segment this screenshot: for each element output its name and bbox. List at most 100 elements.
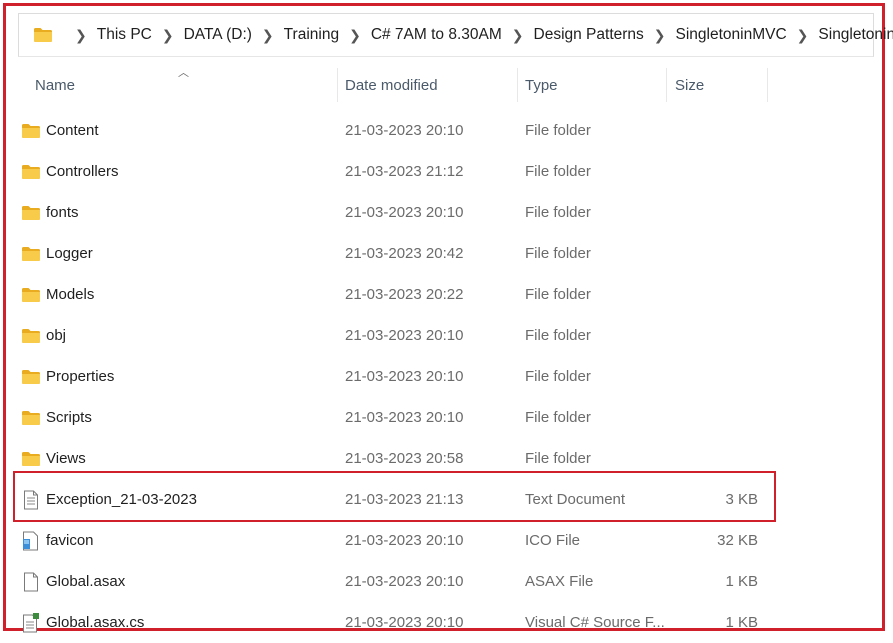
file-row[interactable]: Controllers 21-03-2023 21:12 File folder	[18, 151, 778, 192]
file-name: favicon	[46, 532, 94, 549]
folder-icon-graphic	[22, 287, 40, 302]
file-size: 3 KB	[725, 491, 758, 508]
folder-icon-graphic	[22, 205, 40, 220]
breadcrumb-item[interactable]: SingletoninMVC	[676, 26, 787, 44]
file-row[interactable]: Properties 21-03-2023 20:10 File folder	[18, 356, 778, 397]
file-name: Content	[46, 122, 99, 139]
file-row[interactable]: favicon 21-03-2023 20:10 ICO File 32 KB	[18, 520, 778, 561]
file-size	[668, 315, 758, 356]
file-name: Logger	[46, 245, 93, 262]
file-name: Controllers	[46, 163, 119, 180]
chevron-right-icon[interactable]: ❯	[162, 27, 174, 44]
folder-icon-graphic	[22, 369, 40, 384]
file-date-modified: 21-03-2023 20:58	[345, 450, 464, 467]
file-date-modified: 21-03-2023 20:10	[345, 368, 464, 385]
folder-icon	[20, 192, 42, 233]
file-type: File folder	[525, 204, 591, 221]
folder-icon-graphic	[22, 246, 40, 261]
file-row[interactable]: Global.asax 21-03-2023 20:10 ASAX File 1 KB	[18, 561, 778, 602]
folder-icon	[20, 397, 42, 438]
file-name: Views	[46, 450, 86, 467]
file-date-modified: 21-03-2023 20:10	[345, 409, 464, 426]
file-date-modified: 21-03-2023 21:13	[345, 491, 464, 508]
file-name: Properties	[46, 368, 115, 385]
file-row[interactable]: Views 21-03-2023 20:58 File folder	[18, 438, 778, 479]
column-header-name[interactable]: Name	[35, 66, 75, 104]
ico-file-icon-graphic	[23, 531, 38, 550]
file-row[interactable]: Content 21-03-2023 20:10 File folder	[18, 110, 778, 151]
chevron-right-icon[interactable]: ❯	[797, 27, 809, 44]
file-type: File folder	[525, 245, 591, 262]
file-date-modified: 21-03-2023 20:10	[345, 532, 464, 549]
file-date-modified: 21-03-2023 20:22	[345, 286, 464, 303]
file-name: obj	[46, 327, 67, 344]
folder-icon	[20, 151, 42, 192]
breadcrumb-item[interactable]: C# 7AM to 8.30AM	[371, 26, 502, 44]
chevron-right-icon[interactable]: ❯	[262, 27, 274, 44]
file-row[interactable]: Logger 21-03-2023 20:42 File folder	[18, 233, 778, 274]
chevron-right-icon[interactable]: ❯	[512, 27, 524, 44]
breadcrumb-item[interactable]: DATA (D:)	[184, 26, 252, 44]
file-type: File folder	[525, 368, 591, 385]
file-type: File folder	[525, 409, 591, 426]
column-divider[interactable]	[517, 68, 518, 102]
file-date-modified: 21-03-2023 20:10	[345, 122, 464, 139]
column-header-date[interactable]: Date modified	[345, 66, 438, 104]
folder-icon	[20, 356, 42, 397]
blank-file-icon	[20, 561, 42, 602]
file-type: ICO File	[525, 532, 581, 549]
breadcrumb-item[interactable]: This PC	[97, 26, 152, 44]
text-document-icon	[20, 479, 42, 520]
file-row[interactable]: Scripts 21-03-2023 20:10 File folder	[18, 397, 778, 438]
file-row[interactable]: Models 21-03-2023 20:22 File folder	[18, 274, 778, 315]
folder-icon-graphic	[22, 451, 40, 466]
file-date-modified: 21-03-2023 20:10	[345, 204, 464, 221]
breadcrumb-item[interactable]: Design Patterns	[534, 26, 644, 44]
file-date-modified: 21-03-2023 21:12	[345, 163, 464, 180]
address-bar[interactable]: ❯ This PC ❯ DATA (D:) ❯ Training ❯ C# 7A…	[18, 13, 893, 57]
column-divider[interactable]	[337, 68, 338, 102]
file-size: 32 KB	[717, 532, 758, 549]
file-type: File folder	[525, 286, 591, 303]
file-type: File folder	[525, 163, 591, 180]
file-name: fonts	[46, 204, 79, 221]
file-name: Models	[46, 286, 95, 303]
folder-icon-graphic	[22, 164, 40, 179]
folder-icon-graphic	[22, 328, 40, 343]
chevron-right-icon[interactable]: ❯	[349, 27, 361, 44]
file-size	[668, 356, 758, 397]
file-type: ASAX File	[525, 573, 594, 590]
file-row[interactable]: fonts 21-03-2023 20:10 File folder	[18, 192, 778, 233]
column-divider[interactable]	[666, 68, 667, 102]
file-date-modified: 21-03-2023 20:42	[345, 245, 464, 262]
folder-icon	[20, 438, 42, 479]
folder-icon	[20, 110, 42, 151]
file-date-modified: 21-03-2023 20:10	[345, 573, 464, 590]
file-date-modified: 21-03-2023 20:10	[345, 327, 464, 344]
file-row[interactable]: Exception_21-03-2023 21-03-2023 21:13 Text…	[18, 479, 778, 520]
file-type: Text Document	[525, 491, 626, 508]
column-header-type[interactable]: Type	[525, 66, 558, 104]
sort-ascending-icon: ︿	[178, 67, 189, 79]
column-header-size[interactable]: Size	[675, 66, 704, 104]
folder-icon	[20, 233, 42, 274]
csharp-source-icon-graphic	[23, 612, 39, 632]
file-size	[668, 397, 758, 438]
blank-file-icon-graphic	[24, 572, 38, 591]
column-divider[interactable]	[767, 68, 768, 102]
breadcrumb-item[interactable]: Training	[284, 26, 339, 44]
file-size	[668, 192, 758, 233]
file-size	[668, 233, 758, 274]
file-type: File folder	[525, 122, 591, 139]
chevron-right-icon[interactable]: ❯	[654, 27, 666, 44]
text-document-icon-graphic	[24, 490, 38, 509]
file-row[interactable]: obj 21-03-2023 20:10 File folder	[18, 315, 778, 356]
file-size	[668, 110, 758, 151]
folder-icon	[20, 274, 42, 315]
file-size	[668, 274, 758, 315]
file-size	[668, 151, 758, 192]
breadcrumb-item[interactable]: SingletoninMVC	[818, 26, 893, 44]
folder-icon	[20, 315, 42, 356]
file-name: Exception_21-03-2023	[46, 491, 197, 508]
file-size: 1 KB	[725, 573, 758, 590]
